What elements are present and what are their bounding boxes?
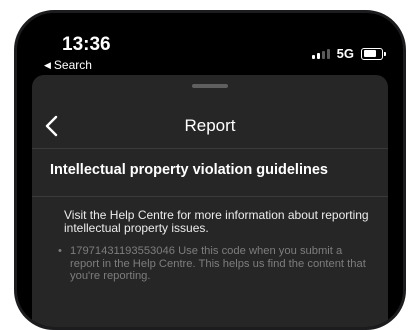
divider <box>32 196 388 197</box>
status-indicators: 5G <box>311 46 386 61</box>
report-code[interactable]: 17971431193553046 <box>70 245 175 257</box>
status-time: 13:36 <box>62 34 111 55</box>
sheet-grabber[interactable] <box>192 84 228 88</box>
bullet-dot: • <box>58 245 62 257</box>
sheet-header: Report <box>32 108 388 149</box>
guidelines-heading: Intellectual property violation guidelin… <box>50 162 328 178</box>
signal-icon <box>311 48 330 59</box>
bullet-body: 17971431193553046 Use this code when you… <box>70 245 374 283</box>
status-bar: 13:36 ◀ Search 5G <box>17 13 403 75</box>
report-sheet: Report Intellectual property violation g… <box>32 75 388 327</box>
sheet-title: Report <box>184 116 236 135</box>
report-code-bullet: • 17971431193553046 Use this code when y… <box>58 245 374 283</box>
back-to-search-link[interactable]: ◀ Search <box>44 58 92 72</box>
network-type: 5G <box>336 46 354 61</box>
help-centre-info-text: Visit the Help Centre for more informati… <box>64 208 369 235</box>
back-triangle-icon: ◀ <box>44 59 51 70</box>
battery-icon <box>361 47 386 60</box>
phone-frame: 13:36 ◀ Search 5G Report Intellectual pr… <box>14 10 406 330</box>
back-to-search-label: Search <box>53 58 92 72</box>
